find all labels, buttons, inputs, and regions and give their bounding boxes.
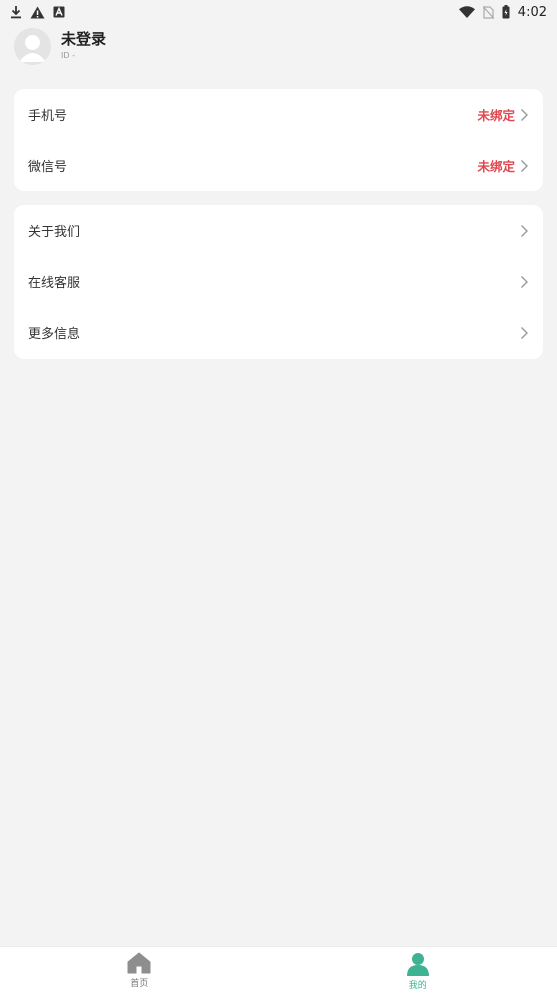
phone-row[interactable]: 手机号 未绑定: [14, 89, 543, 140]
online-service-label: 在线客服: [28, 276, 81, 291]
status-time: 4:02: [517, 4, 547, 20]
chevron-right-icon: [521, 275, 528, 288]
wechat-label: 微信号: [28, 160, 68, 175]
more-info-label: 更多信息: [28, 327, 81, 342]
phone-label: 手机号: [28, 109, 68, 124]
notification-a-icon: [53, 6, 65, 18]
no-sim-icon: [482, 5, 494, 19]
home-icon: [127, 952, 151, 974]
warning-icon: [30, 6, 45, 18]
wifi-icon: [458, 6, 475, 18]
status-right-icons: 4:02: [458, 4, 547, 20]
download-icon: [11, 6, 21, 19]
phone-status: 未绑定: [477, 105, 529, 124]
avatar[interactable]: [14, 27, 51, 65]
phone-bind-status: 未绑定: [477, 108, 515, 123]
wechat-bind-status: 未绑定: [477, 159, 515, 174]
chevron-right-icon: [521, 326, 528, 339]
tab-mine-label: 我的: [408, 981, 427, 991]
online-service-row[interactable]: 在线客服: [14, 256, 543, 307]
info-card: 关于我们 在线客服 更多信息: [14, 205, 543, 359]
default-avatar-icon: [14, 27, 51, 65]
chevron-right-icon: [521, 159, 528, 172]
profile-text: 未登录 ID -: [61, 30, 106, 62]
status-bar: 4:02: [0, 0, 557, 24]
tab-home[interactable]: 首页: [0, 947, 279, 993]
chevron-right-icon: [521, 224, 528, 237]
about-us-label: 关于我们: [28, 225, 81, 240]
profile-name[interactable]: 未登录: [61, 30, 106, 48]
about-us-row[interactable]: 关于我们: [14, 205, 543, 256]
profile-id: ID -: [61, 51, 75, 60]
profile-header[interactable]: 未登录 ID -: [14, 26, 106, 66]
tab-home-label: 首页: [130, 979, 149, 989]
bottom-tab-bar: 首页 我的: [0, 946, 557, 993]
wechat-row[interactable]: 微信号 未绑定: [14, 140, 543, 191]
wechat-status: 未绑定: [477, 156, 529, 175]
chevron-right-icon: [521, 108, 528, 121]
account-binding-card: 手机号 未绑定 微信号 未绑定: [14, 89, 543, 191]
user-icon: [406, 953, 429, 976]
status-left-icons: [10, 5, 65, 19]
more-info-row[interactable]: 更多信息: [14, 307, 543, 358]
battery-icon: [502, 5, 510, 19]
tab-mine[interactable]: 我的: [279, 947, 557, 993]
